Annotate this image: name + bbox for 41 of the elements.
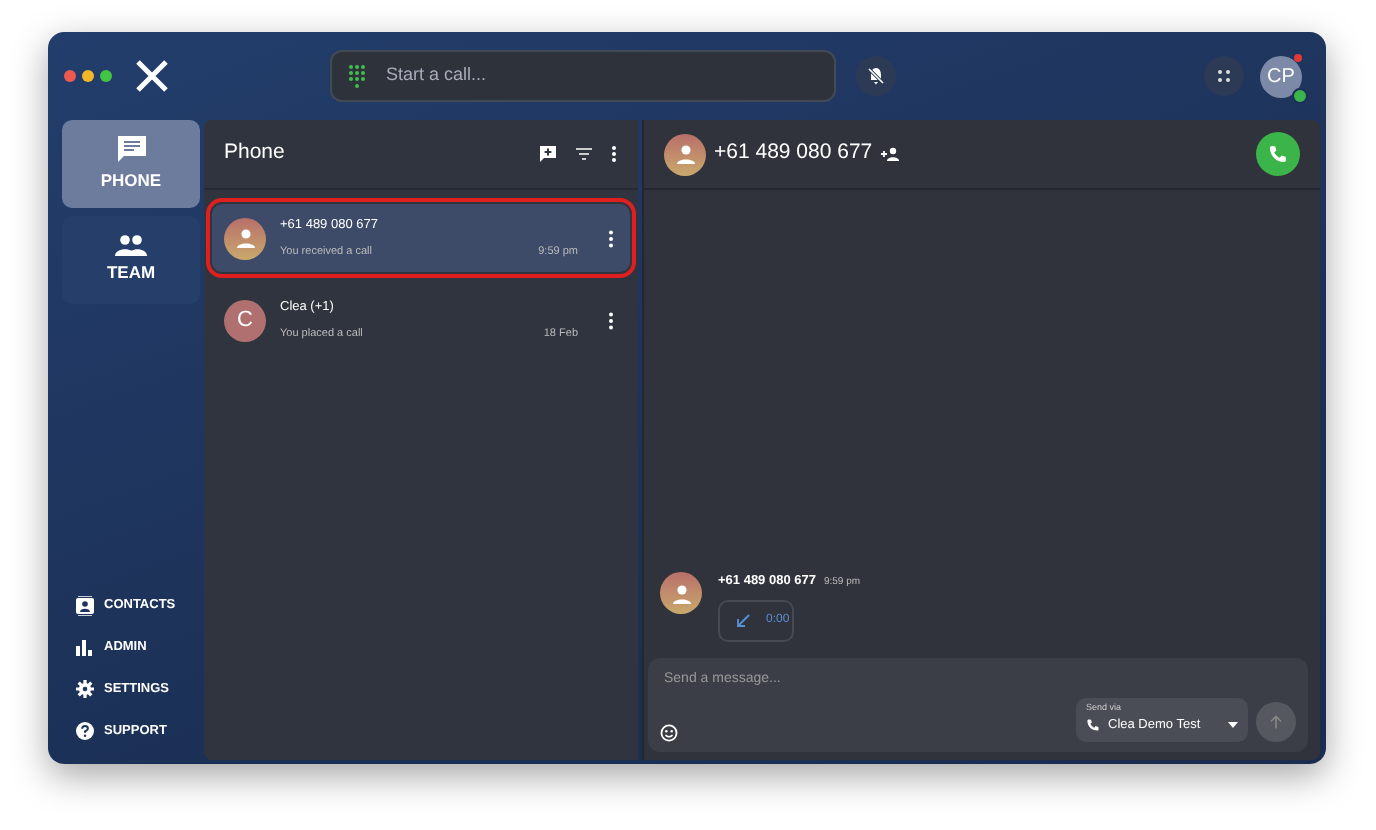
bar-chart-icon [76, 639, 94, 655]
help-icon [76, 722, 94, 740]
people-icon [114, 234, 148, 257]
incoming-call-arrow-icon [736, 614, 750, 628]
dots-grid-icon [1216, 68, 1232, 84]
more-icon[interactable] [608, 311, 614, 329]
more-icon[interactable] [608, 229, 614, 247]
chat-title: +61 489 080 677 [714, 138, 873, 169]
send-button[interactable] [1256, 702, 1296, 742]
start-call-field[interactable]: Start a call... [330, 50, 836, 102]
more-icon[interactable] [610, 144, 618, 164]
nav-tab[interactable]: PHONE [62, 120, 200, 208]
contacts-icon [76, 595, 94, 615]
add-contact-icon[interactable] [880, 146, 901, 162]
filter-icon[interactable] [574, 146, 594, 162]
notifications-muted-button[interactable] [856, 56, 896, 96]
dialpad-icon [348, 63, 366, 89]
window-close-dot[interactable] [64, 70, 76, 82]
window-minimize-dot[interactable] [82, 70, 94, 82]
bell-off-icon [866, 66, 886, 86]
status-dot [1292, 87, 1308, 103]
settings-icon [76, 680, 94, 698]
call-button[interactable] [1256, 132, 1300, 176]
new-message-icon[interactable] [538, 144, 558, 164]
x-logo-icon [136, 60, 168, 92]
window-zoom-dot[interactable] [100, 70, 112, 82]
start-call-input[interactable]: Start a call... [382, 60, 818, 92]
panel-title: Phone [224, 138, 285, 169]
phone-icon [1086, 718, 1100, 733]
up-arrow-icon [1268, 712, 1284, 732]
emoji-icon[interactable] [660, 724, 678, 742]
notification-dot [1294, 53, 1302, 61]
avatar-icon [224, 217, 266, 259]
avatar-icon [664, 133, 706, 175]
dropdown-caret-icon [1228, 722, 1238, 729]
dialpad-button[interactable] [1204, 56, 1244, 96]
phone-icon [1268, 144, 1288, 164]
chat-icon [115, 134, 147, 165]
avatar-initial: C [224, 299, 266, 341]
avatar-icon [660, 572, 702, 615]
nav-tab[interactable]: TEAM [62, 216, 200, 304]
